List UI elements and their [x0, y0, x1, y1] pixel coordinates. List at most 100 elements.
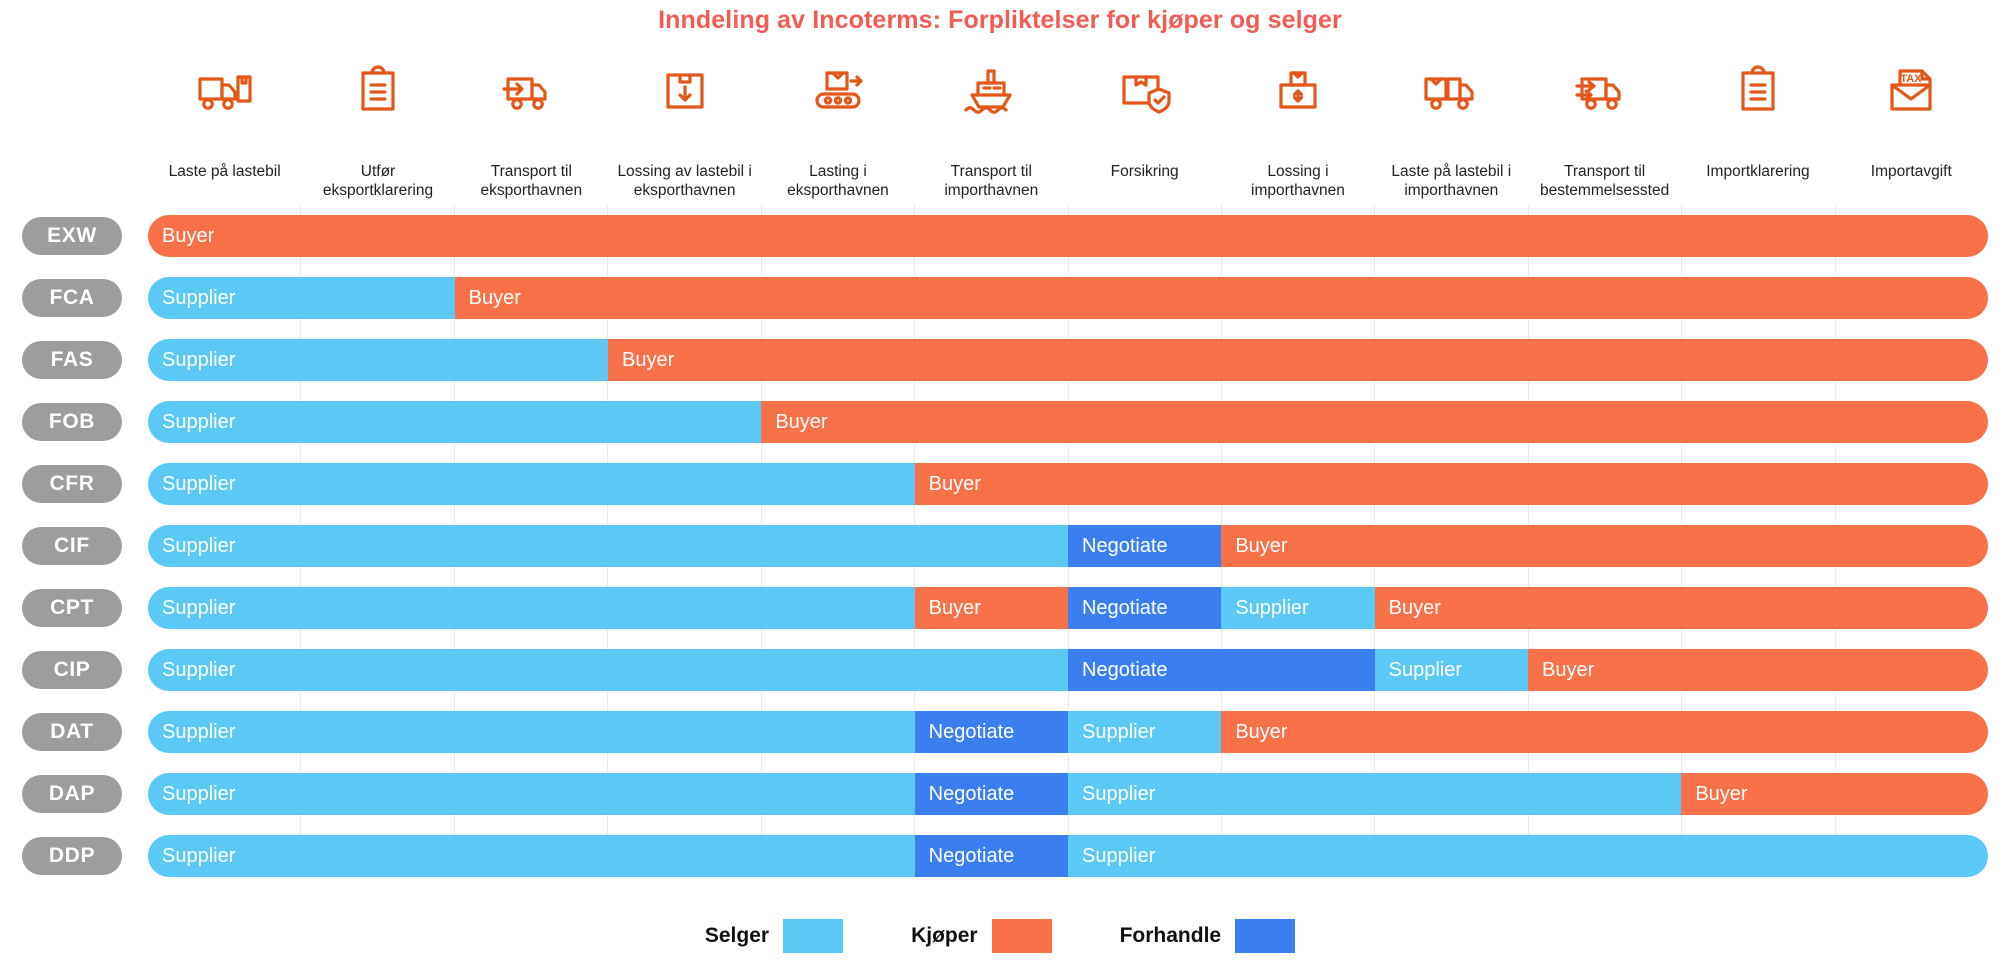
- column-header-1: Laste på lastebil: [168, 163, 281, 180]
- box-unload-icon: [654, 63, 716, 117]
- responsibility-bar: Buyer: [148, 215, 1988, 257]
- column-header-6: Transport til importhavnen: [944, 163, 1039, 199]
- column-icon-row: TAX: [148, 60, 1988, 120]
- incoterm-badge-fob: FOB: [22, 403, 122, 441]
- column-header-10: Transport til bestemmelsessted: [1540, 163, 1670, 199]
- column-header-2: Utfør eksportklarering: [322, 163, 434, 199]
- incoterm-badge-cpt: CPT: [22, 589, 122, 627]
- column-header-11: Importklarering: [1706, 163, 1810, 180]
- bar-segment-negotiate: Negotiate: [1068, 649, 1375, 691]
- truck-transport-icon: [500, 63, 562, 117]
- incoterm-badge-cif: CIF: [22, 527, 122, 565]
- responsibility-bar: Supplier Negotiate Supplier: [148, 835, 1988, 877]
- column-header-5: Lasting i eksporthavnen: [787, 163, 889, 199]
- column-header-7: Forsikring: [1110, 163, 1179, 180]
- column-icon-cell-3: [455, 60, 608, 120]
- truck-deliver-icon: [1574, 63, 1636, 117]
- column-header-4: Lossing av lastebil i eksporthavnen: [617, 163, 752, 199]
- bar-segment-supplier: Supplier: [1374, 649, 1528, 691]
- column-icon-cell-6: [915, 60, 1068, 120]
- ship-icon: [960, 63, 1022, 117]
- legend-item-selger: Selger: [704, 919, 844, 953]
- bar-segment-buyer: Buyer: [1221, 525, 1988, 567]
- clipboard-import-icon: [1727, 63, 1789, 117]
- column-icon-cell-10: [1528, 60, 1681, 120]
- bar-segment-supplier: Supplier: [1067, 773, 1682, 815]
- svg-text:TAX: TAX: [1901, 73, 1923, 85]
- incoterm-badge-fas: FAS: [22, 341, 122, 379]
- table-row: EXW Buyer: [0, 205, 2000, 267]
- column-icon-cell-8: [1221, 60, 1374, 120]
- bar-segment-negotiate: Negotiate: [914, 711, 1068, 753]
- bar-segment-buyer: Buyer: [1221, 711, 1988, 753]
- responsibility-bar: Supplier Buyer: [148, 339, 1988, 381]
- bar-segment-negotiate: Negotiate: [1068, 525, 1222, 567]
- bar-segment-buyer: Buyer: [1681, 773, 1988, 815]
- bar-segment-negotiate: Negotiate: [914, 835, 1068, 877]
- legend-label: Forhandle: [1119, 924, 1222, 947]
- column-header-3: Transport til eksporthavnen: [480, 163, 583, 199]
- legend-swatch: [1235, 919, 1296, 953]
- bar-segment-buyer: Buyer: [761, 401, 1988, 443]
- incoterm-badge-ddp: DDP: [22, 837, 122, 875]
- responsibility-bar: Supplier Negotiate Supplier Buyer: [148, 649, 1988, 691]
- table-row: FAS Supplier Buyer: [0, 329, 2000, 391]
- table-row: DDP Supplier Negotiate Supplier: [0, 825, 2000, 887]
- legend-item-forhandle: Forhandle: [1120, 919, 1296, 953]
- column-icon-cell-2: [301, 60, 454, 120]
- box-unloading-icon: [1267, 63, 1329, 117]
- bar-segment-buyer: Buyer: [608, 339, 1988, 381]
- bar-segment-supplier: Supplier: [148, 835, 915, 877]
- incoterm-badge-cip: CIP: [22, 651, 122, 689]
- column-icon-cell-12: TAX: [1835, 60, 1988, 120]
- bar-segment-supplier: Supplier: [148, 463, 915, 505]
- table-row: DAP Supplier Negotiate Supplier Buyer: [0, 763, 2000, 825]
- legend-item-kjøper: Kjøper: [911, 919, 1052, 953]
- responsibility-bar: Supplier Buyer: [148, 463, 1988, 505]
- legend-label: Selger: [704, 924, 770, 947]
- legend-label: Kjøper: [911, 924, 978, 947]
- bar-segment-supplier: Supplier: [1067, 711, 1222, 753]
- responsibility-bar: Supplier Buyer: [148, 401, 1988, 443]
- responsibility-bar: Supplier Negotiate Supplier Buyer: [148, 773, 1988, 815]
- bar-segment-supplier: Supplier: [148, 525, 1068, 567]
- legend-swatch: [783, 919, 844, 953]
- bar-segment-supplier: Supplier: [148, 711, 915, 753]
- truck-box-load-icon: [1420, 63, 1482, 117]
- clipboard-icon: [347, 63, 409, 117]
- legend: Selger Kjøper Forhandle: [0, 912, 2000, 960]
- bar-segment-buyer: Buyer: [914, 463, 1988, 505]
- table-row: CPT Supplier Buyer Negotiate Supplier Buyer: [0, 577, 2000, 639]
- responsibility-bar: Supplier Negotiate Supplier Buyer: [148, 711, 1988, 753]
- bar-segment-supplier: Supplier: [148, 587, 915, 629]
- column-header-9: Laste på lastebil i importhavnen: [1391, 163, 1512, 199]
- table-row: CIF Supplier Negotiate Buyer: [0, 515, 2000, 577]
- bar-segment-buyer: Buyer: [454, 277, 1988, 319]
- bar-segment-negotiate: Negotiate: [1067, 587, 1222, 629]
- column-header-12: Importavgift: [1870, 163, 1952, 180]
- table-row: DAT Supplier Negotiate Supplier Buyer: [0, 701, 2000, 763]
- bar-segment-buyer: Buyer: [914, 587, 1068, 629]
- conveyor-load-icon: [807, 63, 869, 117]
- bar-segment-negotiate: Negotiate: [914, 773, 1068, 815]
- bar-segment-supplier: Supplier: [1221, 587, 1375, 629]
- incoterm-badge-cfr: CFR: [22, 465, 122, 503]
- bar-segment-buyer: Buyer: [1527, 649, 1988, 691]
- incoterm-badge-dat: DAT: [22, 713, 122, 751]
- bar-segment-supplier: Supplier: [148, 277, 455, 319]
- column-icon-cell-7: [1068, 60, 1221, 120]
- incoterm-rows: EXW Buyer FCA Supplier Buyer FAS Supplier Buyer…: [0, 205, 2000, 887]
- column-icon-cell-9: [1375, 60, 1528, 120]
- bar-segment-supplier: Supplier: [148, 773, 915, 815]
- bar-segment-supplier: Supplier: [148, 339, 608, 381]
- tax-envelope-icon: TAX: [1880, 63, 1942, 117]
- column-header-8: Lossing i importhavnen: [1251, 163, 1345, 199]
- column-icon-cell-11: [1681, 60, 1834, 120]
- column-header-row: Laste på lastebil Utfør eksportklarering Tr…: [148, 162, 1988, 208]
- legend-swatch: [991, 919, 1052, 953]
- table-row: CIP Supplier Negotiate Supplier Buyer: [0, 639, 2000, 701]
- incoterm-badge-exw: EXW: [22, 217, 122, 255]
- responsibility-bar: Supplier Buyer Negotiate Supplier Buyer: [148, 587, 1988, 629]
- responsibility-bar: Supplier Negotiate Buyer: [148, 525, 1988, 567]
- incoterm-badge-dap: DAP: [22, 775, 122, 813]
